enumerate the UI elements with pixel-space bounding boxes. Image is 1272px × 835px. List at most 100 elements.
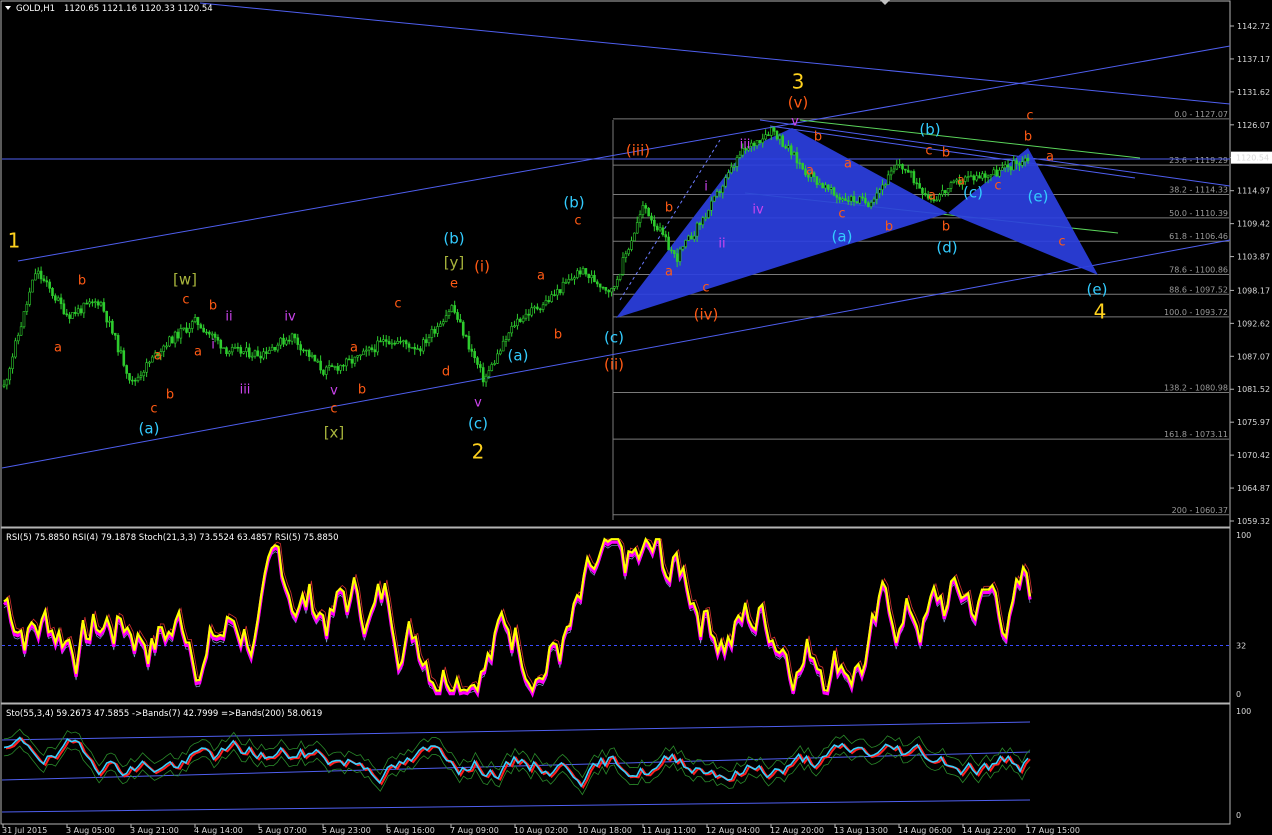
- candle-body: [598, 283, 602, 288]
- candle-body: [758, 140, 762, 144]
- candle-body: [219, 339, 223, 349]
- wave-label: a: [1046, 150, 1054, 165]
- candle-body: [16, 334, 20, 342]
- band-upper: [1, 721, 1031, 741]
- candle-body: [76, 308, 80, 314]
- wave-label: iv: [752, 203, 764, 218]
- candle-body: [895, 164, 899, 170]
- wave-label: a: [928, 189, 936, 204]
- candle-body: [473, 351, 476, 359]
- wave-label: iii: [740, 138, 751, 153]
- candle-body: [421, 339, 425, 352]
- shift-marker-icon[interactable]: [880, 0, 890, 5]
- candle-body: [898, 164, 901, 166]
- candle-body: [25, 304, 29, 312]
- candle-body: [105, 311, 108, 323]
- candle-body: [941, 190, 944, 195]
- candle-body: [290, 333, 294, 342]
- time-tick-label: 11 Aug 11:00: [642, 826, 696, 835]
- dropdown-triangle-icon[interactable]: [5, 6, 11, 10]
- candle-body: [1001, 167, 1004, 171]
- candle-body: [173, 331, 177, 344]
- candle-body: [444, 315, 448, 322]
- candle-body: [969, 175, 973, 178]
- symbol-header: GOLD,H1: [16, 4, 55, 14]
- candle-body: [858, 196, 862, 204]
- price-tick-label: 1098.17: [1237, 286, 1270, 295]
- time-tick-label: 17 Aug 15:00: [1026, 826, 1080, 835]
- candle-body: [615, 279, 619, 287]
- candle-body: [148, 361, 151, 364]
- candle-body: [981, 173, 984, 179]
- candle-body: [878, 189, 881, 194]
- candle-body: [949, 182, 953, 189]
- candle-body: [507, 332, 511, 340]
- candle-body: [924, 193, 927, 196]
- candle-body: [45, 280, 49, 283]
- candle-body: [439, 323, 442, 327]
- wave-label: c: [838, 207, 845, 222]
- candle-body: [151, 356, 154, 363]
- candle-body: [664, 234, 668, 238]
- candle-body: [42, 278, 46, 282]
- candle-body: [904, 168, 907, 171]
- candle-body: [265, 351, 268, 354]
- candle-body: [185, 327, 188, 333]
- fib-label: 161.8 - 1073.11: [1164, 430, 1228, 439]
- candle-body: [339, 364, 342, 371]
- wave-label: iv: [284, 310, 296, 325]
- wave-label: (iv): [694, 306, 719, 324]
- candle-body: [513, 325, 516, 328]
- wave-label: c: [330, 402, 337, 417]
- candle-body: [359, 354, 362, 357]
- candle-body: [909, 171, 913, 173]
- candle-body: [538, 308, 542, 311]
- candle-body: [350, 359, 354, 364]
- time-tick-label: 14 Aug 22:00: [962, 826, 1016, 835]
- candle-body: [51, 288, 54, 296]
- fib-label: 0.0 - 1127.07: [1174, 110, 1228, 119]
- candle-body: [847, 200, 850, 202]
- candle-body: [978, 175, 981, 179]
- candle-body: [59, 297, 63, 305]
- candle-body: [413, 346, 417, 350]
- wave-label: (a): [832, 228, 853, 246]
- candle-body: [68, 314, 71, 319]
- candle-body: [316, 360, 320, 363]
- candle-body: [125, 365, 128, 374]
- candle-body: [655, 225, 659, 231]
- candle-body: [5, 379, 9, 386]
- wave-label: (a): [508, 347, 529, 365]
- candle-body: [710, 200, 713, 211]
- candle-body: [864, 197, 867, 204]
- candle-body: [835, 194, 839, 198]
- candle-body: [1006, 164, 1010, 168]
- candle-body: [165, 345, 168, 348]
- candle-body: [464, 335, 468, 337]
- candle-body: [795, 152, 799, 164]
- candle-body: [387, 341, 391, 344]
- candle-body: [593, 274, 596, 283]
- candle-body: [364, 349, 368, 352]
- price-tick-label: 1070.42: [1237, 451, 1270, 460]
- candle-body: [1020, 161, 1024, 166]
- candle-body: [630, 240, 633, 250]
- candle-body: [79, 308, 83, 314]
- candle-body: [296, 337, 300, 345]
- harmonic-leg-2: [948, 148, 1098, 275]
- candle-body: [621, 257, 625, 275]
- candle-body: [861, 196, 864, 199]
- candle-body: [866, 202, 870, 207]
- candle-body: [410, 346, 414, 349]
- wave-label: 1: [8, 229, 21, 253]
- wave-label: [y]: [444, 254, 465, 272]
- wave-label: c: [150, 402, 157, 417]
- candle-body: [239, 347, 243, 354]
- candle-body: [667, 236, 670, 251]
- candle-body: [113, 332, 117, 336]
- candle-body: [282, 337, 285, 345]
- candle-body: [116, 335, 120, 353]
- candle-body: [487, 370, 491, 377]
- wave-label: (b): [443, 230, 464, 248]
- candle-body: [19, 326, 23, 336]
